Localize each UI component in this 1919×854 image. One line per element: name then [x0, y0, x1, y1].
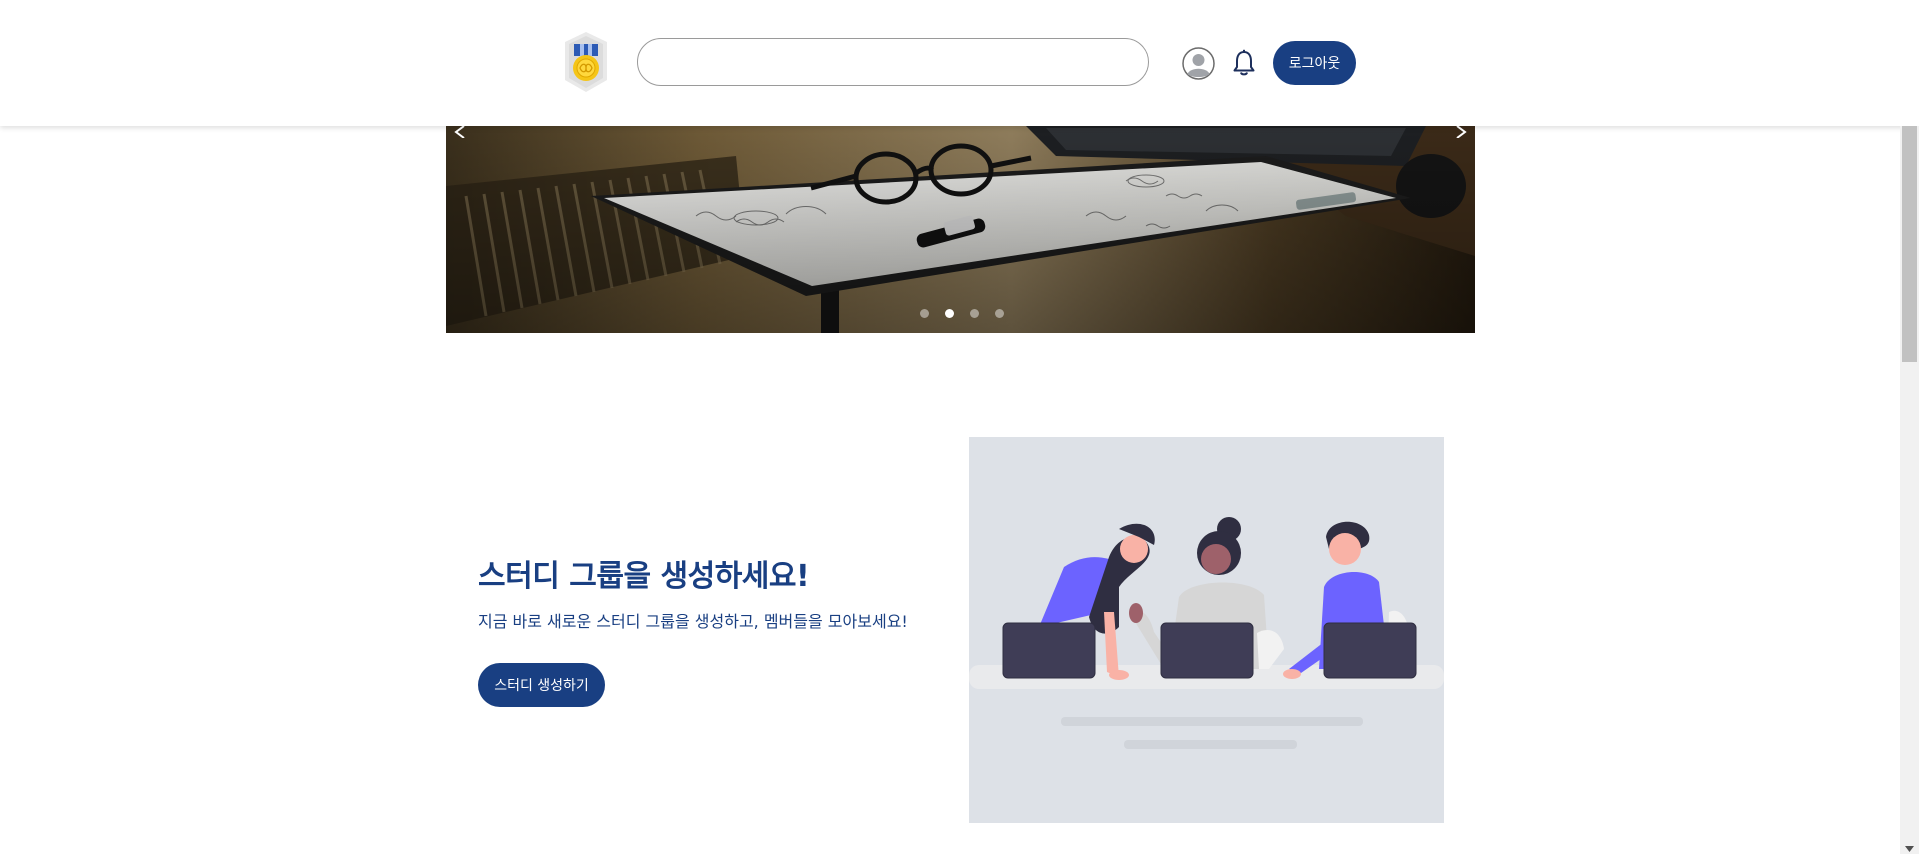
carousel-dot[interactable] [920, 309, 929, 318]
create-study-button[interactable]: 스터디 생성하기 [478, 663, 605, 707]
carousel-prev-icon[interactable] [450, 126, 470, 138]
carousel-dot[interactable] [995, 309, 1004, 318]
search-input[interactable] [637, 38, 1149, 86]
page-scrollbar[interactable] [1900, 126, 1919, 854]
carousel-slide-image [446, 126, 1475, 333]
medal-logo-icon[interactable] [563, 30, 609, 94]
carousel-dot[interactable] [945, 309, 954, 318]
carousel-indicators [920, 309, 1010, 319]
hero-carousel[interactable] [446, 126, 1475, 333]
top-header: 로그아웃 [0, 0, 1919, 126]
scrollbar-thumb[interactable] [1902, 126, 1917, 362]
carousel-next-icon[interactable] [1451, 126, 1471, 138]
user-circle-icon[interactable] [1182, 47, 1215, 80]
team-meeting-illustration [969, 437, 1444, 823]
page: 스터디 그룹을 생성하세요! 지금 바로 새로운 스터디 그룹을 생성하고, 멤… [0, 0, 1900, 854]
logout-button[interactable]: 로그아웃 [1273, 41, 1356, 85]
carousel-dot[interactable] [970, 309, 979, 318]
bell-icon[interactable] [1232, 49, 1256, 77]
scroll-down-arrow-icon[interactable] [1905, 846, 1914, 852]
hero-subtitle: 지금 바로 새로운 스터디 그룹을 생성하고, 멤버들을 모아보세요! [478, 612, 908, 631]
hero-title: 스터디 그룹을 생성하세요! [478, 559, 810, 594]
